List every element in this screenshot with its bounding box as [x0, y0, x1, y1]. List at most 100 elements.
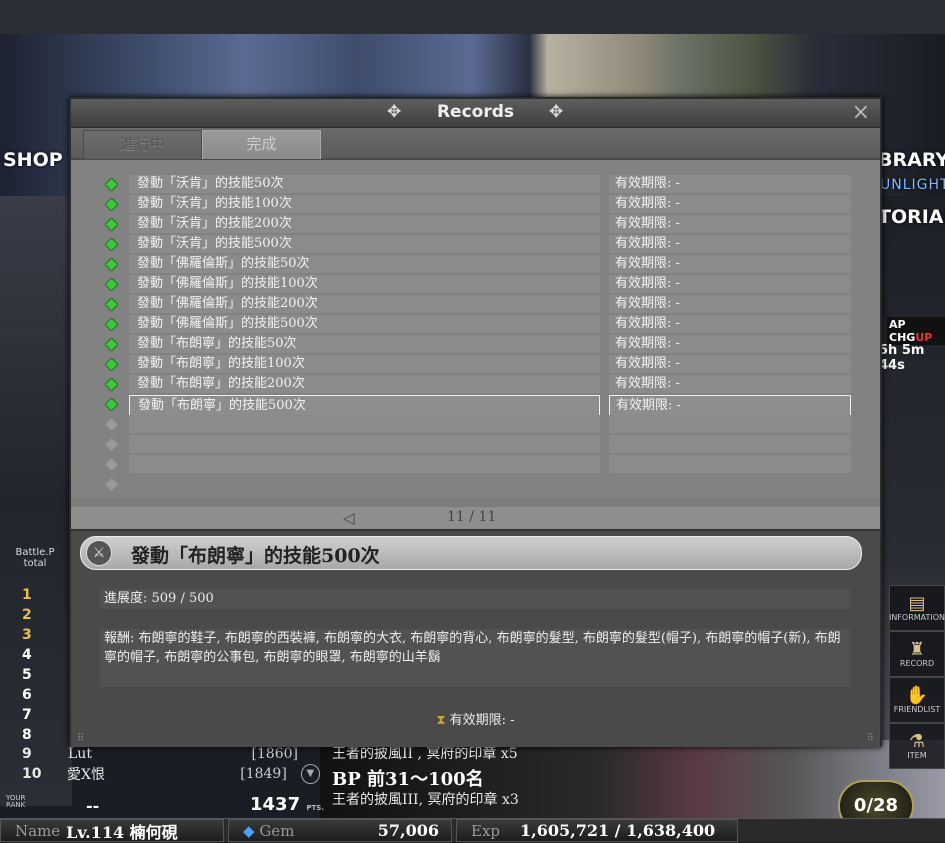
flask-icon: ⚗ [908, 730, 926, 752]
gem-cell: ◆ Gem 57,006 [228, 819, 452, 842]
rank-number: 5 [22, 667, 32, 683]
record-expiry [609, 435, 851, 453]
record-name [129, 435, 600, 453]
records-list: 發動「沃肯」的技能50次 有效期限: - 發動「沃肯」的技能100次 有效期限: -發… [71, 160, 880, 498]
your-rank-value: -- [86, 796, 100, 815]
record-row[interactable]: 發動「布朗寧」的技能50次 有效期限: - [71, 335, 880, 354]
completed-diamond-icon [105, 198, 118, 211]
record-name: 發動「沃肯」的技能200次 [129, 215, 600, 233]
record-row[interactable]: 發動「佛羅倫斯」的技能100次 有效期限: - [71, 275, 880, 294]
record-expiry: 有效期限: - [609, 335, 851, 353]
record-expiry [609, 455, 851, 473]
reward-line: 王者的披風III, 冥府的印章 x3 [332, 792, 519, 808]
record-row[interactable]: 發動「佛羅倫斯」的技能50次 有效期限: - [71, 255, 880, 274]
record-label: record [899, 658, 935, 668]
ranking-row: 9 Lut [1860] [0, 744, 320, 764]
prev-page-icon[interactable]: ◁ [343, 509, 355, 527]
ranking-row-name: 愛X恨 [67, 767, 105, 783]
gem-label-text: Gem [259, 821, 295, 840]
record-row[interactable] [71, 435, 880, 454]
record-row[interactable] [71, 475, 880, 494]
record-name [129, 455, 600, 473]
trophy-icon: ♜ [908, 638, 926, 660]
information-button[interactable]: ▤ information [889, 585, 945, 631]
ranking-header-title: Battle.P [15, 547, 55, 558]
gem-value: 57,006 [377, 821, 439, 840]
record-expiry: 有效期限: - [609, 295, 851, 313]
nav-library[interactable]: BRARY [878, 149, 945, 171]
rank-number: 2 [22, 607, 32, 623]
player-name-cell: Name Lv.114 楠何硯 [0, 819, 224, 842]
item-button[interactable]: ⚗ item [889, 723, 945, 769]
record-row[interactable]: 發動「佛羅倫斯」的技能500次 有效期限: - [71, 315, 880, 334]
record-expiry: 有效期限: - [609, 275, 851, 293]
resize-grip-icon: ⠿ [77, 733, 85, 744]
record-row[interactable] [71, 415, 880, 434]
hourglass-icon: ⧗ [436, 713, 446, 728]
completed-diamond-icon [105, 318, 118, 331]
record-name: 發動「布朗寧」的技能50次 [129, 335, 600, 353]
detail-expiry: ⧗ 有效期限: - [71, 709, 880, 728]
scroll-down-icon[interactable]: ▼ [300, 764, 320, 784]
record-name: 發動「佛羅倫斯」的技能200次 [129, 295, 600, 313]
tab-completed[interactable]: 完成 [202, 130, 321, 159]
completed-diamond-icon [105, 298, 118, 311]
item-label: item [907, 750, 927, 760]
record-name: 發動「佛羅倫斯」的技能50次 [129, 255, 600, 273]
record-row[interactable]: 發動「沃肯」的技能50次 有效期限: - [71, 175, 880, 194]
gem-icon: ◆ [243, 821, 255, 840]
tab-in-progress[interactable]: 進行中 [83, 130, 202, 159]
record-expiry [609, 415, 851, 433]
completed-diamond-icon [105, 218, 118, 231]
ranking-row-rank: 10 [22, 766, 42, 782]
completed-diamond-icon [105, 358, 118, 371]
record-row[interactable]: 發動「沃肯」的技能500次 有效期限: - [71, 235, 880, 254]
completed-diamond-icon [105, 378, 118, 391]
record-expiry: 有效期限: - [609, 375, 851, 393]
ranking-row-score: [1860] [251, 746, 298, 762]
record-row[interactable]: 發動「布朗寧」的技能200次 有效期限: - [71, 375, 880, 394]
completed-diamond-icon [105, 238, 118, 251]
friendlist-label: friendlist [893, 704, 941, 714]
record-row[interactable]: 發動「沃肯」的技能100次 有效期限: - [71, 195, 880, 214]
completed-diamond-icon [105, 258, 118, 271]
resize-grip-icon: ⠿ [866, 733, 874, 744]
friendlist-button[interactable]: ✋ friendlist [889, 677, 945, 723]
record-expiry: 有效期限: - [609, 395, 851, 416]
ranking-header: Battle.P total [0, 547, 70, 569]
exp-label: Exp [471, 821, 501, 840]
nav-unlight[interactable]: UNLIGHT [880, 177, 945, 193]
record-row[interactable]: 發動「佛羅倫斯」的技能200次 有效期限: - [71, 295, 880, 314]
rank-number: 4 [22, 647, 32, 663]
modal-titlebar[interactable]: ✥ Records ✥ × [71, 99, 880, 128]
record-name: 發動「布朗寧」的技能100次 [129, 355, 600, 373]
nav-tutorial[interactable]: TORIAL [878, 206, 945, 228]
ranking-reward-info: 王者的披風II , 冥府的印章 x5 BP 前31～100名 王者的披風III,… [332, 743, 519, 809]
detail-expiry-text: 有效期限: - [449, 713, 515, 728]
points-value: 1437 [250, 794, 301, 815]
reward-tier-title: BP 前31～100名 [332, 769, 484, 790]
nav-shop[interactable]: SHOP [3, 149, 63, 171]
gem-label: ◆ Gem [229, 822, 300, 840]
points-unit: PTS. [306, 804, 324, 812]
ap-timer: 5h 5m 44s [879, 343, 925, 373]
ap-change-button[interactable]: AP CHGUP [887, 317, 945, 345]
status-bar: Name Lv.114 楠何硯 ◆ Gem 57,006 Exp 1,605,7… [0, 818, 945, 842]
close-icon[interactable]: × [852, 100, 870, 125]
completed-diamond-icon [105, 278, 118, 291]
rank-number: 7 [22, 707, 32, 723]
rank-number: 1 [22, 587, 32, 603]
records-tabs: 進行中 完成 [71, 128, 880, 160]
record-row[interactable]: 發動「布朗寧」的技能100次 有效期限: - [71, 355, 880, 374]
information-label: information [888, 612, 945, 622]
ranking-row-score: [1849] [240, 766, 287, 782]
record-button[interactable]: ♜ record [889, 631, 945, 677]
record-row[interactable] [71, 455, 880, 474]
record-expiry: 有效期限: - [609, 215, 851, 233]
record-row[interactable]: 發動「沃肯」的技能200次 有效期限: - [71, 215, 880, 234]
record-name: 發動「沃肯」的技能100次 [129, 195, 600, 213]
top-bar-background [0, 0, 945, 34]
record-row[interactable]: 發動「布朗寧」的技能500次 有效期限: - [71, 395, 880, 416]
record-expiry: 有效期限: - [609, 235, 851, 253]
handshake-icon: ✋ [905, 684, 929, 706]
